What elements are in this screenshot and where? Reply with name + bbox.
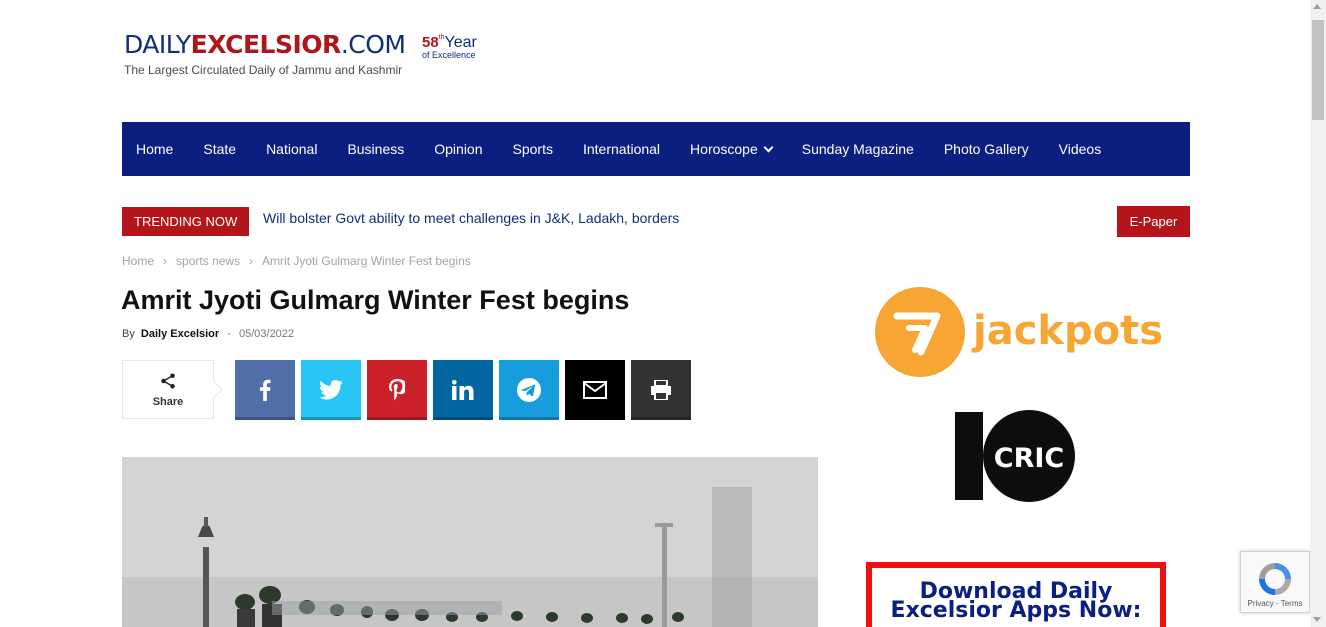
logo-year-subtitle: of Excellence — [422, 50, 476, 60]
nav-item-label: Horoscope — [690, 141, 758, 157]
nav-item-national[interactable]: National — [266, 141, 317, 157]
recaptcha-badge[interactable]: Privacy - Terms — [1240, 551, 1310, 613]
jackpots-ad[interactable]: jackpots — [875, 286, 1165, 378]
jackpots-logo-icon: jackpots — [875, 287, 1163, 377]
logo-excelsior: EXCELSIOR — [190, 30, 342, 59]
nav-item-label: Photo Gallery — [943, 141, 1029, 157]
winter-fest-photo — [122, 457, 818, 627]
recaptcha-icon — [1259, 563, 1291, 595]
telegram-icon — [517, 378, 541, 402]
article-meta: By Daily Excelsior - 05/03/2022 — [122, 328, 294, 340]
logo-wordmark: DAILYEXCELSIOR.COM — [124, 30, 406, 60]
publish-date: 05/03/2022 — [238, 328, 295, 340]
logo-year-badge: 58thYear of Excellence — [422, 34, 477, 60]
nav-item-international[interactable]: International — [583, 141, 660, 157]
jackpots-wordmark: jackpots — [971, 308, 1163, 354]
10cric-ad[interactable]: CRIC — [955, 410, 1077, 502]
nav-item-opinion[interactable]: Opinion — [434, 141, 482, 157]
breadcrumb-separator: › — [249, 254, 254, 268]
logo-daily: DAILY — [124, 30, 191, 59]
nav-item-label: International — [582, 141, 661, 157]
byline-prefix: By — [122, 328, 135, 340]
nav-item-business[interactable]: Business — [347, 141, 404, 157]
recaptcha-links: Privacy - Terms — [1247, 599, 1303, 608]
linkedin-share-button[interactable] — [433, 360, 493, 420]
logo-com: .COM — [340, 30, 406, 59]
10cric-wordmark: CRIC — [994, 443, 1064, 474]
twitter-share-button[interactable] — [301, 360, 361, 420]
facebook-icon — [259, 379, 271, 401]
share-label: Share — [152, 395, 184, 408]
nav-item-label: Sports — [512, 141, 553, 157]
scroll-up-arrow-icon[interactable] — [1313, 4, 1321, 9]
breadcrumb-category-link[interactable]: sports news — [176, 254, 240, 268]
recaptcha-privacy-link[interactable]: Privacy — [1248, 599, 1274, 608]
nav-item-label: National — [266, 141, 318, 157]
nav-item-photo-gallery[interactable]: Photo Gallery — [944, 141, 1029, 157]
print-share-button[interactable] — [631, 360, 691, 420]
author-link[interactable]: Daily Excelsior — [141, 328, 219, 340]
nav-item-videos[interactable]: Videos — [1059, 141, 1102, 157]
share-icon — [161, 373, 175, 388]
email-share-button[interactable] — [565, 360, 625, 420]
site-logo[interactable]: DAILYEXCELSIOR.COM 58thYear of Excellenc… — [124, 30, 477, 77]
twitter-icon — [319, 380, 343, 400]
breadcrumb-home-link[interactable]: Home — [122, 254, 154, 268]
trending-now-badge: TRENDING NOW — [122, 207, 250, 236]
nav-item-sports[interactable]: Sports — [513, 141, 553, 157]
meta-separator: - — [227, 328, 231, 340]
pinterest-share-button[interactable] — [367, 360, 427, 420]
nav-item-sunday-magazine[interactable]: Sunday Magazine — [802, 141, 914, 157]
10cric-logo-icon: CRIC — [955, 410, 1075, 502]
logo-tagline: The Largest Circulated Daily of Jammu an… — [124, 63, 403, 77]
print-icon — [651, 380, 671, 400]
email-icon — [583, 381, 607, 399]
main-navigation: Home State National Business Opinion Spo… — [122, 122, 1190, 176]
share-box: Share — [122, 360, 214, 419]
download-apps-banner[interactable]: Download Daily Excelsior Apps Now: — [866, 562, 1166, 627]
nav-item-horoscope[interactable]: Horoscope — [690, 141, 774, 157]
recaptcha-terms-link[interactable]: Terms — [1281, 599, 1303, 608]
linkedin-icon — [452, 380, 474, 400]
breadcrumb-separator: › — [163, 254, 168, 268]
nav-item-state[interactable]: State — [203, 141, 236, 157]
telegram-share-button[interactable] — [499, 360, 559, 420]
article-title: Amrit Jyoti Gulmarg Winter Fest begins — [121, 285, 630, 315]
scroll-down-arrow-icon[interactable] — [1313, 617, 1321, 622]
trending-headline-link[interactable]: Will bolster Govt ability to meet challe… — [263, 210, 679, 226]
nav-item-home[interactable]: Home — [136, 141, 173, 157]
facebook-share-button[interactable] — [235, 360, 295, 420]
page: DAILYEXCELSIOR.COM 58thYear of Excellenc… — [0, 0, 1326, 627]
download-banner-line2: Excelsior Apps Now: — [890, 598, 1142, 623]
nav-item-label: Videos — [1058, 141, 1102, 157]
epaper-button[interactable]: E-Paper — [1117, 206, 1190, 237]
chevron-down-icon — [763, 142, 774, 152]
nav-item-label: Opinion — [434, 141, 483, 157]
nav-item-label: Home — [136, 141, 174, 157]
breadcrumb: Home › sports news › Amrit Jyoti Gulmarg… — [122, 254, 471, 268]
nav-item-label: State — [203, 141, 237, 157]
scrollbar-thumb[interactable] — [1312, 20, 1324, 120]
breadcrumb-current: Amrit Jyoti Gulmarg Winter Fest begins — [262, 254, 471, 268]
article-featured-image — [122, 457, 818, 627]
nav-item-label: Sunday Magazine — [801, 141, 914, 157]
logo-year-word: Year — [444, 34, 477, 51]
logo-year-number: 58 — [422, 34, 439, 51]
pinterest-icon — [389, 379, 405, 401]
nav-item-label: Business — [347, 141, 405, 157]
